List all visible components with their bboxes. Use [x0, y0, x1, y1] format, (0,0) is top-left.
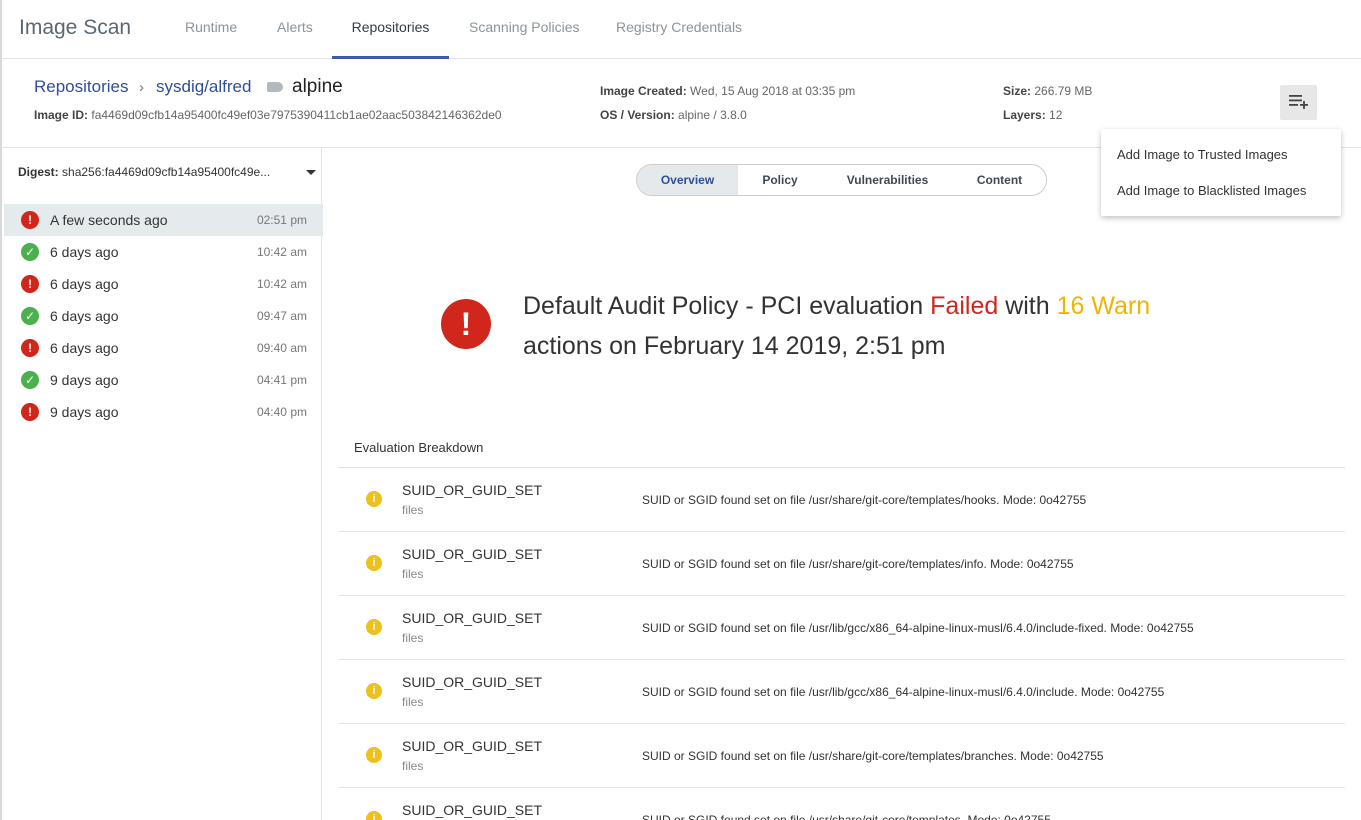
error-icon: ! [21, 275, 39, 293]
rule-description: SUID or SGID found set on file /usr/shar… [642, 493, 1087, 507]
warn-count: 16 Warn [1056, 292, 1151, 320]
rule-name: SUID_OR_GUID_SET [402, 610, 543, 626]
tab-content[interactable]: Content [953, 165, 1046, 195]
scan-history-label: 6 days ago [50, 308, 119, 324]
breadcrumb-tag: alpine [292, 76, 343, 97]
rule-type: files [402, 503, 424, 517]
caret-down-icon[interactable] [306, 170, 316, 175]
warning-icon: i [366, 811, 382, 820]
breadcrumb-repositories[interactable]: Repositories [34, 77, 129, 97]
menu-add-blacklisted[interactable]: Add Image to Blacklisted Images [1117, 183, 1306, 198]
rule-type: files [402, 695, 424, 709]
warning-icon: i [366, 747, 382, 763]
rule-type: files [402, 567, 424, 581]
scan-history-item[interactable]: ! A few seconds ago 02:51 pm [4, 204, 323, 236]
scan-history-label: A few seconds ago [50, 212, 168, 228]
tab-runtime[interactable]: Runtime [185, 19, 237, 59]
warning-icon: i [366, 683, 382, 699]
table-row[interactable]: i SUID_OR_GUID_SETfiles SUID or SGID found… [338, 532, 1345, 596]
tab-overview[interactable]: Overview [637, 165, 738, 195]
warning-icon: i [366, 555, 382, 571]
scan-history-time: 04:40 pm [256, 405, 307, 419]
check-circle-icon: ✓ [21, 371, 39, 389]
error-icon: ! [21, 403, 39, 421]
scan-history-label: 6 days ago [50, 340, 119, 356]
scan-history-sidebar: Digest: sha256:fa4469d09cfb14a95400fc49e… [0, 148, 323, 820]
table-row[interactable]: i SUID_OR_GUID_SETfiles SUID or SGID found… [338, 660, 1345, 724]
scan-history-time: 04:41 pm [256, 373, 307, 387]
rule-description: SUID or SGID found set on file /usr/shar… [642, 749, 1104, 763]
status-failed: Failed [930, 292, 999, 320]
tag-icon [267, 82, 283, 92]
view-tabs: Overview Policy Vulnerabilities Content [636, 164, 1047, 196]
rule-name: SUID_OR_GUID_SET [402, 482, 543, 498]
rule-description: SUID or SGID found set on file /usr/lib/… [642, 685, 1165, 699]
scan-history-label: 6 days ago [50, 244, 119, 260]
app-title: Image Scan [19, 16, 132, 39]
check-circle-icon: ✓ [21, 243, 39, 261]
scan-history-item[interactable]: ✓ 6 days ago 09:47 am [4, 300, 323, 332]
scan-history-label: 9 days ago [50, 404, 119, 420]
evaluation-summary: Default Audit Policy - PCI evaluation Fa… [523, 292, 1151, 360]
image-created: Image Created: Wed, 15 Aug 2018 at 03:35… [600, 84, 856, 98]
rule-description: SUID or SGID found set on file /usr/lib/… [642, 621, 1194, 635]
rule-name: SUID_OR_GUID_SET [402, 802, 543, 818]
warning-icon: i [366, 491, 382, 507]
scan-history-item[interactable]: ! 9 days ago 04:40 pm [4, 396, 323, 428]
check-circle-icon: ✓ [21, 307, 39, 325]
tab-policy[interactable]: Policy [738, 165, 822, 195]
breadcrumb-repo[interactable]: sysdig/alfred [156, 77, 251, 97]
image-os-version: OS / Version: alpine / 3.8.0 [600, 108, 747, 122]
rule-type: files [402, 631, 424, 645]
tab-registry-credentials[interactable]: Registry Credentials [616, 19, 742, 59]
scan-history-item[interactable]: ! 6 days ago 09:40 am [4, 332, 323, 364]
scan-history-time: 09:47 am [256, 309, 307, 323]
tab-vulnerabilities[interactable]: Vulnerabilities [822, 165, 953, 195]
image-layers: Layers: 12 [1003, 108, 1063, 122]
rule-name: SUID_OR_GUID_SET [402, 738, 543, 754]
scan-history-time: 09:40 am [256, 341, 307, 355]
table-row[interactable]: i SUID_OR_GUID_SETfiles SUID or SGID found… [338, 468, 1345, 532]
scan-history-time: 10:42 am [256, 277, 307, 291]
scan-history-label: 6 days ago [50, 276, 119, 292]
error-icon: ! [21, 211, 39, 229]
image-actions-menu: Add Image to Trusted Images Add Image to… [1101, 129, 1341, 216]
table-row[interactable]: i SUID_OR_GUID_SETfiles SUID or SGID found… [338, 724, 1345, 788]
error-icon: ! [441, 299, 491, 349]
breakdown-title: Evaluation Breakdown [354, 440, 484, 455]
chevron-right-icon: › [139, 79, 144, 96]
table-row[interactable]: iSUID_OR_GUID_SETfilesSUID or SGID found… [338, 788, 1345, 820]
menu-add-trusted[interactable]: Add Image to Trusted Images [1117, 147, 1288, 162]
tab-repositories[interactable]: Repositories [332, 19, 449, 59]
table-row[interactable]: i SUID_OR_GUID_SETfiles SUID or SGID found… [338, 596, 1345, 660]
digest-select[interactable]: Digest: sha256:fa4469d09cfb14a95400fc49e… [18, 165, 270, 179]
scan-history-time: 02:51 pm [256, 213, 307, 227]
error-icon: ! [21, 339, 39, 357]
tab-scanning-policies[interactable]: Scanning Policies [469, 19, 580, 59]
image-id: Image ID: fa4469d09cfb14a95400fc49ef03e7… [34, 108, 502, 122]
rule-name: SUID_OR_GUID_SET [402, 546, 543, 562]
rule-description: SUID or SGID found set on file /usr/shar… [642, 557, 1074, 571]
playlist-add-icon [1289, 95, 1308, 109]
scan-history-item[interactable]: ✓ 6 days ago 10:42 am [4, 236, 323, 268]
scan-history-item[interactable]: ✓ 9 days ago 04:41 pm [4, 364, 323, 396]
rule-description: SUID or SGID found set on file /usr/shar… [642, 813, 1051, 820]
scan-history-item[interactable]: ! 6 days ago 10:42 am [4, 268, 323, 300]
rule-name: SUID_OR_GUID_SET [402, 674, 543, 690]
scan-history-time: 10:42 am [256, 245, 307, 259]
warning-icon: i [366, 619, 382, 635]
image-size: Size: 266.79 MB [1003, 84, 1093, 98]
tab-alerts[interactable]: Alerts [277, 19, 313, 59]
scan-history-label: 9 days ago [50, 372, 119, 388]
top-nav-bar: Image Scan Runtime Alerts Repositories S… [0, 0, 1361, 59]
image-actions-button[interactable] [1280, 85, 1317, 120]
rule-type: files [402, 759, 424, 773]
